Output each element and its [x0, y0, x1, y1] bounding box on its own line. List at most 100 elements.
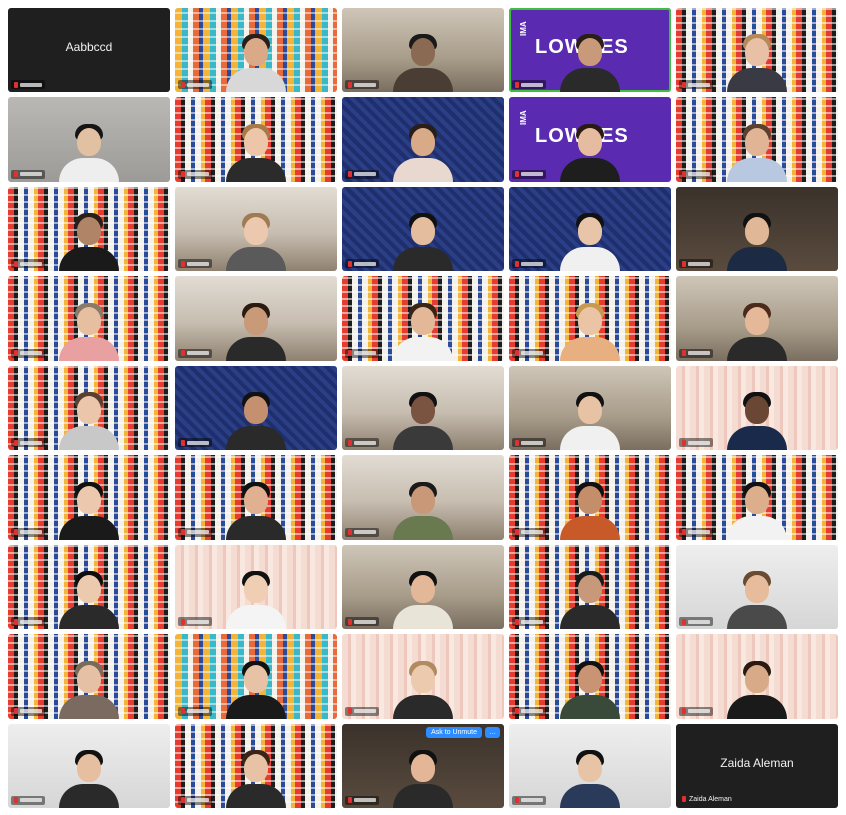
participant-tile[interactable]: [676, 544, 838, 630]
participant-tile[interactable]: [175, 544, 337, 630]
mic-muted-icon: [682, 81, 686, 88]
head: [745, 306, 769, 335]
name-bar: [679, 438, 713, 448]
torso: [59, 605, 119, 630]
head: [578, 753, 602, 782]
participant-tile-hovered[interactable]: Ask to Unmute …: [342, 723, 504, 808]
head: [244, 396, 268, 425]
head: [745, 485, 769, 514]
participant-tile[interactable]: [175, 8, 337, 93]
name-bar: [679, 169, 713, 179]
participant-tile[interactable]: [175, 723, 337, 808]
blurred-name: [187, 709, 209, 714]
participant-tile[interactable]: [342, 276, 504, 361]
mic-muted-icon: [181, 797, 185, 804]
participant-tile[interactable]: [342, 365, 504, 451]
torso: [226, 515, 286, 540]
head: [411, 664, 435, 693]
participant-tile[interactable]: [509, 365, 671, 451]
blurred-name: [20, 798, 42, 803]
participant-tile-active-speaker[interactable]: IMA LOWRES: [509, 8, 671, 93]
participant-tile[interactable]: [509, 276, 671, 361]
participant-tile[interactable]: [509, 455, 671, 540]
blurred-name: [187, 261, 209, 266]
participant-tile[interactable]: [8, 365, 170, 451]
head: [244, 664, 268, 693]
participant-video: [560, 390, 620, 451]
participant-video: [59, 390, 119, 451]
participant-tile[interactable]: [342, 634, 504, 719]
participant-video: [59, 659, 119, 719]
name-bar: [11, 438, 45, 448]
participant-tile[interactable]: [509, 634, 671, 719]
mic-muted-icon: [682, 350, 686, 357]
torso: [393, 605, 453, 630]
name-bar: [345, 438, 379, 448]
participant-tile[interactable]: [676, 634, 838, 719]
participant-tile[interactable]: [676, 8, 838, 93]
torso: [727, 426, 787, 451]
name-bar: [178, 438, 212, 448]
participant-tile[interactable]: [342, 97, 504, 182]
participant-tile[interactable]: IMA LOWRES: [509, 97, 671, 182]
participant-tile[interactable]: [676, 276, 838, 361]
participant-tile[interactable]: [676, 365, 838, 451]
torso: [560, 515, 620, 540]
participant-tile[interactable]: [676, 186, 838, 272]
name-bar: [345, 259, 379, 269]
participant-tile[interactable]: [676, 97, 838, 182]
participant-tile[interactable]: [175, 97, 337, 182]
more-options-button[interactable]: …: [485, 726, 500, 738]
participant-tile[interactable]: [509, 723, 671, 808]
participant-tile[interactable]: [8, 723, 170, 808]
head: [578, 575, 602, 604]
participant-tile[interactable]: [8, 455, 170, 540]
blurred-name: [688, 530, 710, 535]
name-bar: [178, 80, 212, 90]
participant-tile[interactable]: [175, 186, 337, 272]
participant-tile[interactable]: [8, 97, 170, 182]
participant-video: [59, 480, 119, 540]
participant-tile[interactable]: [509, 544, 671, 630]
participant-tile[interactable]: [342, 186, 504, 272]
head: [77, 575, 101, 604]
participant-video: [393, 211, 453, 272]
participant-video: [727, 301, 787, 361]
participant-tile[interactable]: [8, 544, 170, 630]
participant-tile[interactable]: [8, 276, 170, 361]
mic-muted-icon: [14, 260, 18, 267]
participant-video: [393, 480, 453, 540]
participant-tile[interactable]: [175, 365, 337, 451]
name-bar: [178, 795, 212, 805]
torso: [560, 336, 620, 361]
participant-tile[interactable]: [342, 455, 504, 540]
blurred-name: [521, 82, 543, 87]
participant-tile[interactable]: Zaida Aleman Zaida Aleman: [676, 723, 838, 808]
participant-tile[interactable]: [342, 544, 504, 630]
participant-tile[interactable]: Aabbccd: [8, 8, 170, 93]
head: [411, 306, 435, 335]
name-bar: [679, 706, 713, 716]
mic-muted-icon: [682, 171, 686, 178]
ask-to-unmute-button[interactable]: Ask to Unmute: [426, 726, 482, 738]
torso: [393, 247, 453, 272]
participant-tile[interactable]: [8, 634, 170, 719]
mic-muted-icon: [682, 529, 686, 536]
torso: [560, 247, 620, 272]
torso: [59, 336, 119, 361]
participant-tile[interactable]: [175, 634, 337, 719]
name-bar: [345, 80, 379, 90]
participant-video: [393, 122, 453, 182]
participant-tile[interactable]: [342, 8, 504, 93]
participant-tile[interactable]: [509, 186, 671, 272]
participant-video: [560, 211, 620, 272]
participant-tile[interactable]: [175, 276, 337, 361]
torso: [393, 426, 453, 451]
participant-tile[interactable]: [676, 455, 838, 540]
participant-video: [727, 32, 787, 93]
participant-tile[interactable]: [8, 186, 170, 272]
participant-video: [393, 301, 453, 361]
mic-muted-icon: [181, 439, 185, 446]
participant-video: [226, 569, 286, 630]
participant-tile[interactable]: [175, 455, 337, 540]
